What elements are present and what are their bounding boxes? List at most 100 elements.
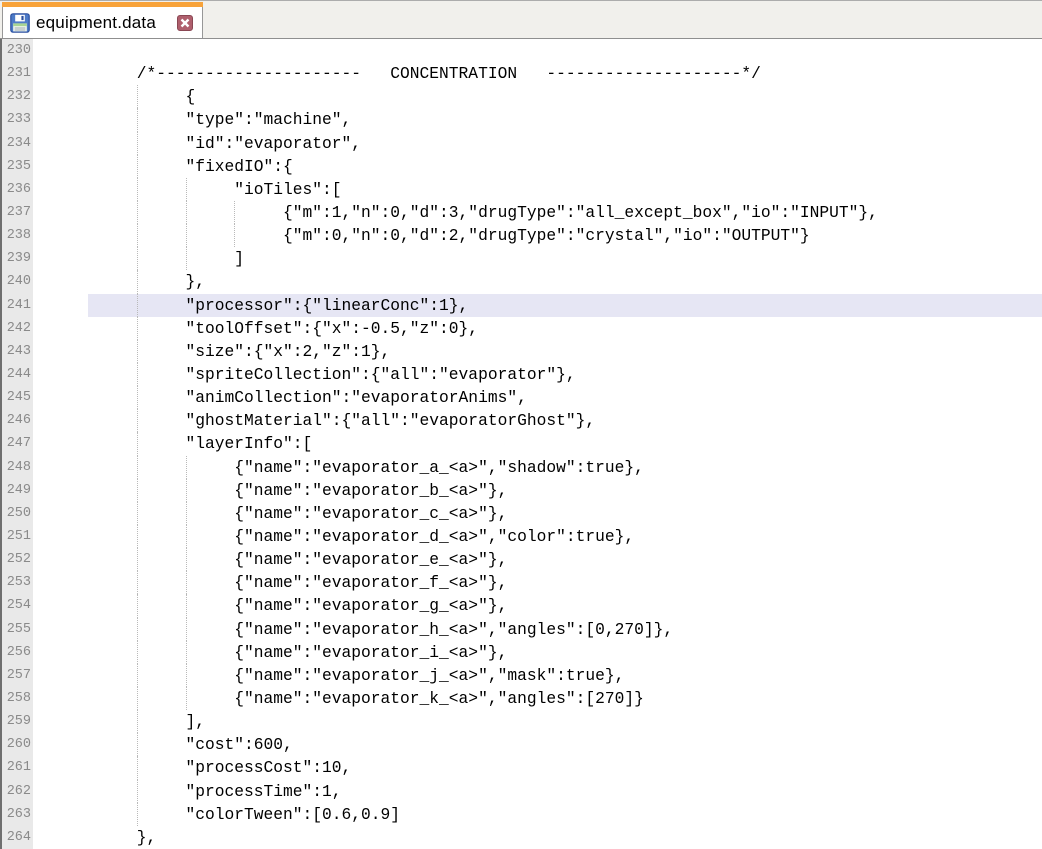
code-lines: 230 231 /*--------------------- CONCENTRA… xyxy=(2,39,1042,849)
line-number: 251 xyxy=(2,524,33,549)
line-number: 246 xyxy=(2,409,33,433)
code-cell[interactable]: {"name":"evaporator_j_<a>","mask":true}, xyxy=(33,663,1042,687)
code-line[interactable]: 241 "processor":{"linearConc":1}, xyxy=(2,293,1042,317)
code-cell[interactable]: {"name":"evaporator_k_<a>","angles":[270… xyxy=(33,686,1042,711)
code-line[interactable]: 258 {"name":"evaporator_k_<a>","angles":… xyxy=(2,686,1042,711)
code-line[interactable]: 257 {"name":"evaporator_j_<a>","mask":tr… xyxy=(2,663,1042,687)
code-line[interactable]: 242 "toolOffset":{"x":-0.5,"z":0}, xyxy=(2,316,1042,340)
code-cell[interactable]: "colorTween":[0.6,0.9] xyxy=(33,802,1042,826)
tab-equipment-data[interactable]: equipment.data xyxy=(2,2,203,38)
line-number: 253 xyxy=(2,571,33,595)
code-line[interactable]: 254 {"name":"evaporator_g_<a>"}, xyxy=(2,594,1042,618)
code-line[interactable]: 230 xyxy=(2,39,1042,63)
code-cell[interactable]: "ioTiles":[ xyxy=(33,177,1042,201)
code-cell[interactable]: "processTime":1, xyxy=(33,779,1042,803)
line-number: 241 xyxy=(2,293,33,317)
code-text: "processCost":10, xyxy=(88,758,352,778)
code-cell[interactable]: {"name":"evaporator_e_<a>"}, xyxy=(33,548,1042,572)
code-line[interactable]: 240 }, xyxy=(2,270,1042,294)
code-cell[interactable]: "ghostMaterial":{"all":"evaporatorGhost"… xyxy=(33,409,1042,433)
code-text: {"name":"evaporator_j_<a>","mask":true}, xyxy=(88,665,625,685)
code-text: }, xyxy=(88,272,206,292)
line-number: 248 xyxy=(2,455,33,479)
code-line[interactable]: 259 ], xyxy=(2,710,1042,734)
code-cell[interactable]: "animCollection":"evaporatorAnims", xyxy=(33,386,1042,410)
code-cell[interactable]: {"name":"evaporator_a_<a>","shadow":true… xyxy=(33,455,1042,479)
line-number: 233 xyxy=(2,108,33,132)
line-number: 261 xyxy=(2,756,33,780)
code-cell[interactable]: {"m":1,"n":0,"d":3,"drugType":"all_excep… xyxy=(33,200,1042,225)
code-line[interactable]: 232 { xyxy=(2,85,1042,109)
code-cell[interactable] xyxy=(33,39,1042,62)
code-cell[interactable]: "spriteCollection":{"all":"evaporator"}, xyxy=(33,362,1042,387)
code-line[interactable]: 252 {"name":"evaporator_e_<a>"}, xyxy=(2,548,1042,572)
code-cell[interactable]: "type":"machine", xyxy=(33,108,1042,132)
code-cell[interactable]: "layerInfo":[ xyxy=(33,432,1042,456)
code-cell[interactable]: { xyxy=(33,85,1042,109)
code-line[interactable]: 263 "colorTween":[0.6,0.9] xyxy=(2,802,1042,826)
code-cell[interactable]: /*--------------------- CONCENTRATION --… xyxy=(33,62,1042,85)
code-line[interactable]: 237 {"m":1,"n":0,"d":3,"drugType":"all_e… xyxy=(2,200,1042,225)
code-text: /*--------------------- CONCENTRATION --… xyxy=(88,64,761,84)
code-line[interactable]: 255 {"name":"evaporator_h_<a>","angles":… xyxy=(2,617,1042,641)
code-line[interactable]: 244 "spriteCollection":{"all":"evaporato… xyxy=(2,362,1042,387)
code-cell[interactable]: {"name":"evaporator_f_<a>"}, xyxy=(33,571,1042,595)
code-line[interactable]: 234 "id":"evaporator", xyxy=(2,131,1042,155)
code-text: ] xyxy=(88,249,245,269)
code-cell[interactable]: "processCost":10, xyxy=(33,756,1042,780)
code-line[interactable]: 231 /*--------------------- CONCENTRATIO… xyxy=(2,62,1042,86)
code-line[interactable]: 251 {"name":"evaporator_d_<a>","color":t… xyxy=(2,524,1042,549)
code-cell[interactable]: "cost":600, xyxy=(33,733,1042,757)
code-cell[interactable]: "size":{"x":2,"z":1}, xyxy=(33,339,1042,363)
code-line[interactable]: 246 "ghostMaterial":{"all":"evaporatorGh… xyxy=(2,409,1042,433)
code-text: {"name":"evaporator_d_<a>","color":true}… xyxy=(88,526,635,546)
line-number: 262 xyxy=(2,779,33,803)
code-line[interactable]: 253 {"name":"evaporator_f_<a>"}, xyxy=(2,571,1042,595)
code-text: ], xyxy=(88,712,206,732)
code-line[interactable]: 248 {"name":"evaporator_a_<a>","shadow":… xyxy=(2,455,1042,479)
code-cell[interactable]: "id":"evaporator", xyxy=(33,131,1042,155)
code-cell[interactable]: "fixedIO":{ xyxy=(33,154,1042,178)
floppy-save-icon xyxy=(10,12,30,33)
code-line[interactable]: 239 ] xyxy=(2,247,1042,271)
code-line[interactable]: 243 "size":{"x":2,"z":1}, xyxy=(2,339,1042,363)
code-cell[interactable]: ], xyxy=(33,710,1042,734)
code-cell[interactable]: {"name":"evaporator_g_<a>"}, xyxy=(33,594,1042,618)
code-line[interactable]: 238 {"m":0,"n":0,"d":2,"drugType":"cryst… xyxy=(2,224,1042,248)
code-cell[interactable]: }, xyxy=(33,826,1042,849)
line-number: 236 xyxy=(2,177,33,201)
code-cell[interactable]: ] xyxy=(33,247,1042,271)
code-line[interactable]: 260 "cost":600, xyxy=(2,733,1042,757)
code-cell[interactable]: {"name":"evaporator_d_<a>","color":true}… xyxy=(33,524,1042,549)
code-line[interactable]: 250 {"name":"evaporator_c_<a>"}, xyxy=(2,501,1042,525)
code-line[interactable]: 261 "processCost":10, xyxy=(2,756,1042,780)
line-number: 263 xyxy=(2,802,33,826)
code-cell[interactable]: {"name":"evaporator_c_<a>"}, xyxy=(33,501,1042,525)
code-text: {"name":"evaporator_h_<a>","angles":[0,2… xyxy=(88,619,674,639)
line-number: 256 xyxy=(2,640,33,664)
code-cell[interactable]: "toolOffset":{"x":-0.5,"z":0}, xyxy=(33,316,1042,340)
tab-title: equipment.data xyxy=(36,12,156,32)
code-line[interactable]: 249 {"name":"evaporator_b_<a>"}, xyxy=(2,478,1042,502)
code-line[interactable]: 264 }, xyxy=(2,825,1042,849)
code-cell[interactable]: }, xyxy=(33,270,1042,294)
code-line[interactable]: 233 "type":"machine", xyxy=(2,108,1042,132)
code-editor[interactable]: 230 231 /*--------------------- CONCENTRA… xyxy=(0,39,1042,849)
code-cell[interactable]: {"m":0,"n":0,"d":2,"drugType":"crystal",… xyxy=(33,224,1042,248)
code-line[interactable]: 236 "ioTiles":[ xyxy=(2,177,1042,201)
code-text: {"name":"evaporator_b_<a>"}, xyxy=(88,480,508,500)
code-line[interactable]: 247 "layerInfo":[ xyxy=(2,432,1042,456)
code-cell[interactable]: {"name":"evaporator_b_<a>"}, xyxy=(33,478,1042,502)
code-cell[interactable]: {"name":"evaporator_h_<a>","angles":[0,2… xyxy=(33,617,1042,641)
code-cell[interactable]: "processor":{"linearConc":1}, xyxy=(33,293,1042,317)
code-line[interactable]: 245 "animCollection":"evaporatorAnims", xyxy=(2,386,1042,410)
code-line[interactable]: 262 "processTime":1, xyxy=(2,779,1042,803)
tab-close-icon[interactable] xyxy=(177,14,193,31)
code-cell[interactable]: {"name":"evaporator_i_<a>"}, xyxy=(33,640,1042,664)
code-line[interactable]: 256 {"name":"evaporator_i_<a>"}, xyxy=(2,640,1042,664)
line-number: 264 xyxy=(2,825,33,849)
line-number: 260 xyxy=(2,733,33,757)
line-number: 238 xyxy=(2,224,33,248)
code-line[interactable]: 235 "fixedIO":{ xyxy=(2,154,1042,178)
line-number: 230 xyxy=(2,39,33,63)
